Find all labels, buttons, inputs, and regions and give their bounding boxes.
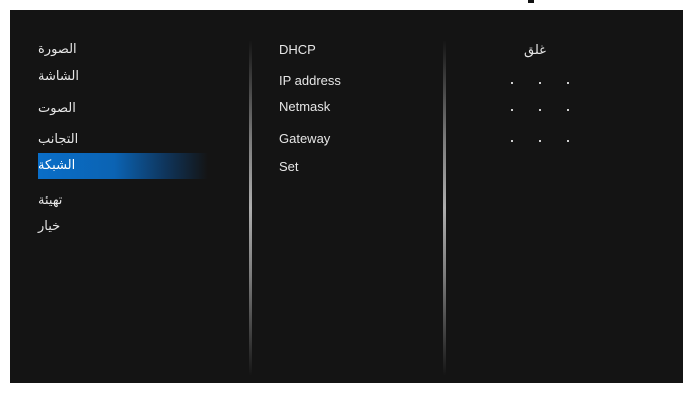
menu-item-tiling[interactable]: التجانب bbox=[38, 127, 208, 153]
setting-set[interactable]: Set bbox=[279, 155, 299, 179]
menu-item-label: تهيئة bbox=[38, 193, 63, 208]
menu-item-audio[interactable]: الصوت bbox=[38, 96, 208, 122]
menu-item-picture[interactable]: الصورة bbox=[38, 37, 208, 63]
menu-item-screen[interactable]: الشاشة bbox=[38, 64, 208, 90]
ip-dot bbox=[539, 82, 541, 84]
ip-dot bbox=[539, 109, 541, 111]
setting-netmask[interactable]: Netmask bbox=[279, 95, 330, 119]
ip-dot bbox=[539, 140, 541, 142]
ip-dot bbox=[567, 140, 569, 142]
menu-item-label: الشاشة bbox=[38, 69, 79, 84]
setting-dhcp[interactable]: DHCP bbox=[279, 38, 316, 62]
ip-dot bbox=[511, 82, 513, 84]
ip-dot bbox=[567, 109, 569, 111]
menu-item-label: التجانب bbox=[38, 132, 79, 147]
osd-screen: الصورة الشاشة الصوت التجانب الشبكة تهيئة… bbox=[10, 10, 683, 383]
dhcp-value[interactable]: غلق bbox=[505, 39, 565, 63]
top-mark bbox=[528, 0, 534, 3]
menu-item-label: الشبكة bbox=[38, 158, 76, 173]
column-divider-right bbox=[443, 40, 446, 376]
menu-item-label: خيار bbox=[38, 219, 61, 234]
ip-dot bbox=[511, 140, 513, 142]
top-strip bbox=[0, 0, 694, 10]
column-divider-left bbox=[249, 40, 252, 376]
ip-dot bbox=[511, 109, 513, 111]
setting-gateway[interactable]: Gateway bbox=[279, 127, 330, 151]
menu-item-label: الصورة bbox=[38, 42, 77, 57]
menu-item-label: الصوت bbox=[38, 101, 76, 116]
menu-item-network[interactable]: الشبكة bbox=[38, 153, 208, 179]
ip-address-value[interactable] bbox=[507, 70, 587, 94]
menu-item-option[interactable]: خيار bbox=[38, 214, 208, 240]
netmask-value[interactable] bbox=[507, 97, 587, 121]
gateway-value[interactable] bbox=[507, 128, 587, 152]
menu-item-setup[interactable]: تهيئة bbox=[38, 188, 208, 214]
ip-dot bbox=[567, 82, 569, 84]
setting-ip-address[interactable]: IP address bbox=[279, 69, 341, 93]
